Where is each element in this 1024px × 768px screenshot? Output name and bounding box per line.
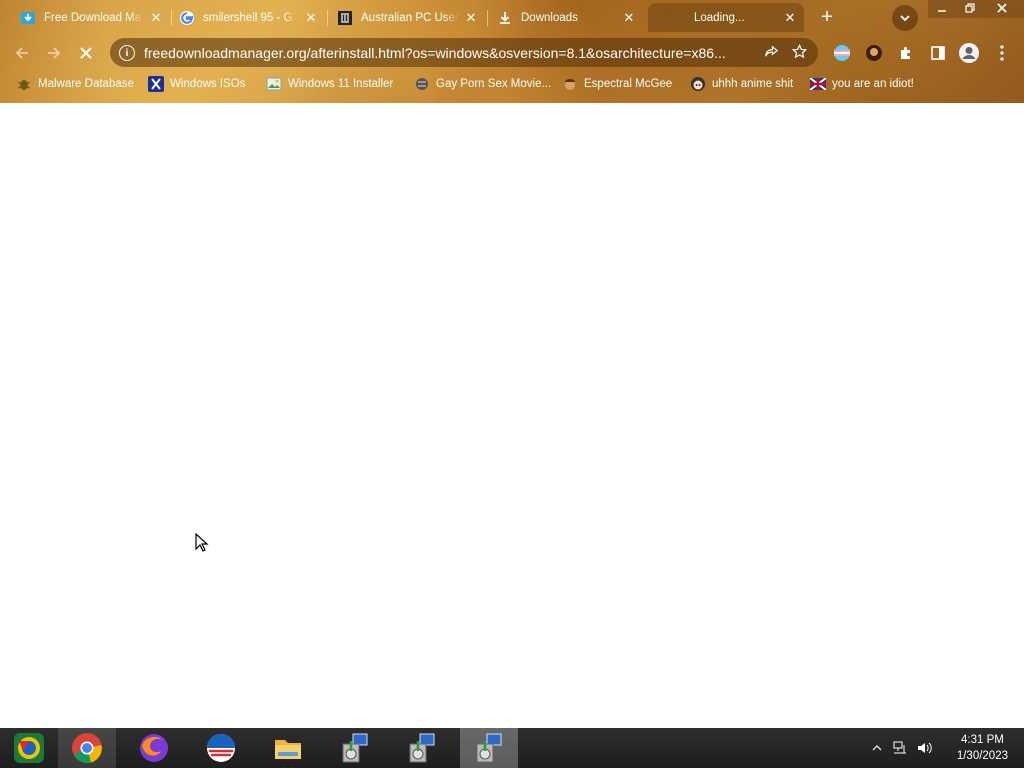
bookmark-label: Malware Database: [38, 78, 134, 90]
chevron-down-icon: [900, 15, 910, 22]
minimize-icon: [938, 10, 946, 12]
back-button[interactable]: [10, 41, 34, 65]
taskbar-installer-3[interactable]: [460, 728, 518, 768]
bookmark-uhhh-anime[interactable]: uhhh anime shit: [690, 75, 793, 93]
extension-avatar-icon[interactable]: [862, 41, 886, 65]
installer-icon: [342, 733, 368, 763]
bookmark-windows-11-installer[interactable]: Windows 11 Installer: [266, 75, 393, 93]
star-icon[interactable]: [788, 43, 810, 62]
archive-icon: [337, 10, 353, 26]
arrow-left-icon: [15, 47, 28, 59]
chrome-icon: [72, 733, 102, 763]
url-text[interactable]: freedownloadmanager.org/afterinstall.htm…: [144, 45, 754, 61]
tab-australian-pc-user[interactable]: Australian PC User ✕: [331, 3, 485, 32]
network-icon[interactable]: [892, 740, 908, 756]
sticker-icon: [414, 76, 430, 92]
tab-title: Australian PC User: [361, 11, 459, 24]
installer-icon: [409, 733, 435, 763]
tab-separator: [171, 10, 172, 26]
close-icon[interactable]: ✕: [782, 10, 798, 26]
web-page-content[interactable]: [0, 103, 1024, 728]
share-icon[interactable]: [760, 44, 782, 62]
extension-flag-icon[interactable]: [830, 41, 854, 65]
show-hidden-icons-icon[interactable]: [872, 744, 882, 752]
start-button[interactable]: [0, 728, 58, 768]
mouse-cursor-icon: [195, 533, 209, 552]
start-icon: [14, 733, 44, 763]
close-icon[interactable]: ✕: [148, 10, 164, 26]
tab-search-button[interactable]: [892, 5, 918, 31]
bookmark-malware-database[interactable]: Malware Database: [16, 75, 134, 93]
arrow-right-icon: [48, 47, 61, 59]
tab-separator: [487, 10, 488, 26]
google-icon: [179, 10, 195, 26]
clock-time: 4:31 PM: [961, 734, 1004, 746]
taskbar-file-explorer[interactable]: [259, 728, 317, 768]
bookmark-windows-isos[interactable]: Windows ISOs: [148, 75, 245, 93]
bookmark-label: you are an idiot!: [832, 78, 914, 90]
tab-free-download-manager[interactable]: Free Download Ma ✕: [14, 3, 170, 32]
close-icon[interactable]: ✕: [463, 10, 479, 26]
tab-smilershell[interactable]: smilershell 95 - G ✕: [173, 3, 325, 32]
site-info-icon[interactable]: i: [119, 44, 135, 61]
forward-button[interactable]: [42, 41, 66, 65]
installer-icon: [476, 733, 502, 763]
bookmark-gay-porn-sex-movie[interactable]: Gay Porn Sex Movie...: [414, 75, 551, 93]
window-controls: [928, 0, 1024, 18]
bookmark-you-are-an-idiot[interactable]: you are an idiot!: [810, 75, 914, 93]
bookmark-espectral-mcgee[interactable]: Espectral McGee: [562, 75, 672, 93]
tab-downloads[interactable]: Downloads ✕: [491, 3, 643, 32]
close-icon[interactable]: ✕: [303, 10, 319, 26]
loading-icon: [654, 10, 662, 26]
volume-icon[interactable]: [916, 740, 932, 756]
address-bar[interactable]: i freedownloadmanager.org/afterinstall.h…: [110, 38, 818, 67]
system-tray: 4:31 PM 1/30/2023: [868, 728, 1024, 768]
new-tab-button[interactable]: +: [815, 6, 839, 30]
taskbar-installer-1[interactable]: [326, 728, 384, 768]
close-icon: [80, 47, 92, 59]
stop-loading-button[interactable]: [74, 41, 98, 65]
file-explorer-icon: [275, 740, 301, 759]
bookmark-label: Windows 11 Installer: [288, 78, 394, 90]
tab-title: smilershell 95 - G: [203, 11, 293, 24]
extensions-puzzle-icon[interactable]: [894, 41, 918, 65]
tab-title: Downloads: [521, 11, 578, 24]
taskbar-installer-2[interactable]: [393, 728, 451, 768]
close-window-button[interactable]: [988, 0, 1016, 18]
firefox-icon: [140, 734, 168, 762]
clock-date: 1/30/2023: [956, 750, 1008, 762]
bookmark-label: uhhh anime shit: [712, 78, 794, 90]
download-icon: [497, 10, 513, 26]
close-icon[interactable]: ✕: [621, 10, 637, 26]
x-logo-icon: [148, 76, 164, 92]
bookmark-label: Windows ISOs: [170, 78, 246, 90]
clock[interactable]: 4:31 PM 1/30/2023: [957, 732, 1008, 764]
image-icon: [266, 76, 282, 92]
minimize-button[interactable]: [928, 0, 956, 18]
restore-icon: [965, 3, 975, 13]
tab-separator: [327, 10, 328, 26]
flag-icon: [810, 76, 826, 92]
side-panel-icon[interactable]: [926, 41, 950, 65]
taskbar-firefox[interactable]: [125, 728, 183, 768]
anime-icon: [690, 76, 706, 92]
taskbar: 4:31 PM 1/30/2023: [0, 728, 1024, 768]
tab-title: Free Download Ma: [44, 11, 142, 24]
restore-button[interactable]: [956, 0, 984, 18]
opera-icon: [207, 734, 235, 762]
menu-kebab-icon[interactable]: [990, 41, 1014, 65]
close-icon: [997, 3, 1007, 13]
face-icon: [562, 76, 578, 92]
taskbar-outlook[interactable]: [192, 728, 250, 768]
profile-avatar-icon[interactable]: [957, 41, 981, 65]
bug-icon: [16, 76, 32, 92]
browser-chrome: Free Download Ma ✕ smilershell 95 - G ✕ …: [0, 0, 1024, 103]
bookmark-label: Gay Porn Sex Movie...: [436, 78, 552, 90]
tab-title: Loading...: [694, 11, 745, 24]
bookmark-label: Espectral McGee: [584, 78, 673, 90]
fdm-icon: [20, 10, 36, 26]
taskbar-chrome[interactable]: [58, 728, 116, 768]
tab-loading[interactable]: Loading... ✕: [648, 3, 804, 32]
